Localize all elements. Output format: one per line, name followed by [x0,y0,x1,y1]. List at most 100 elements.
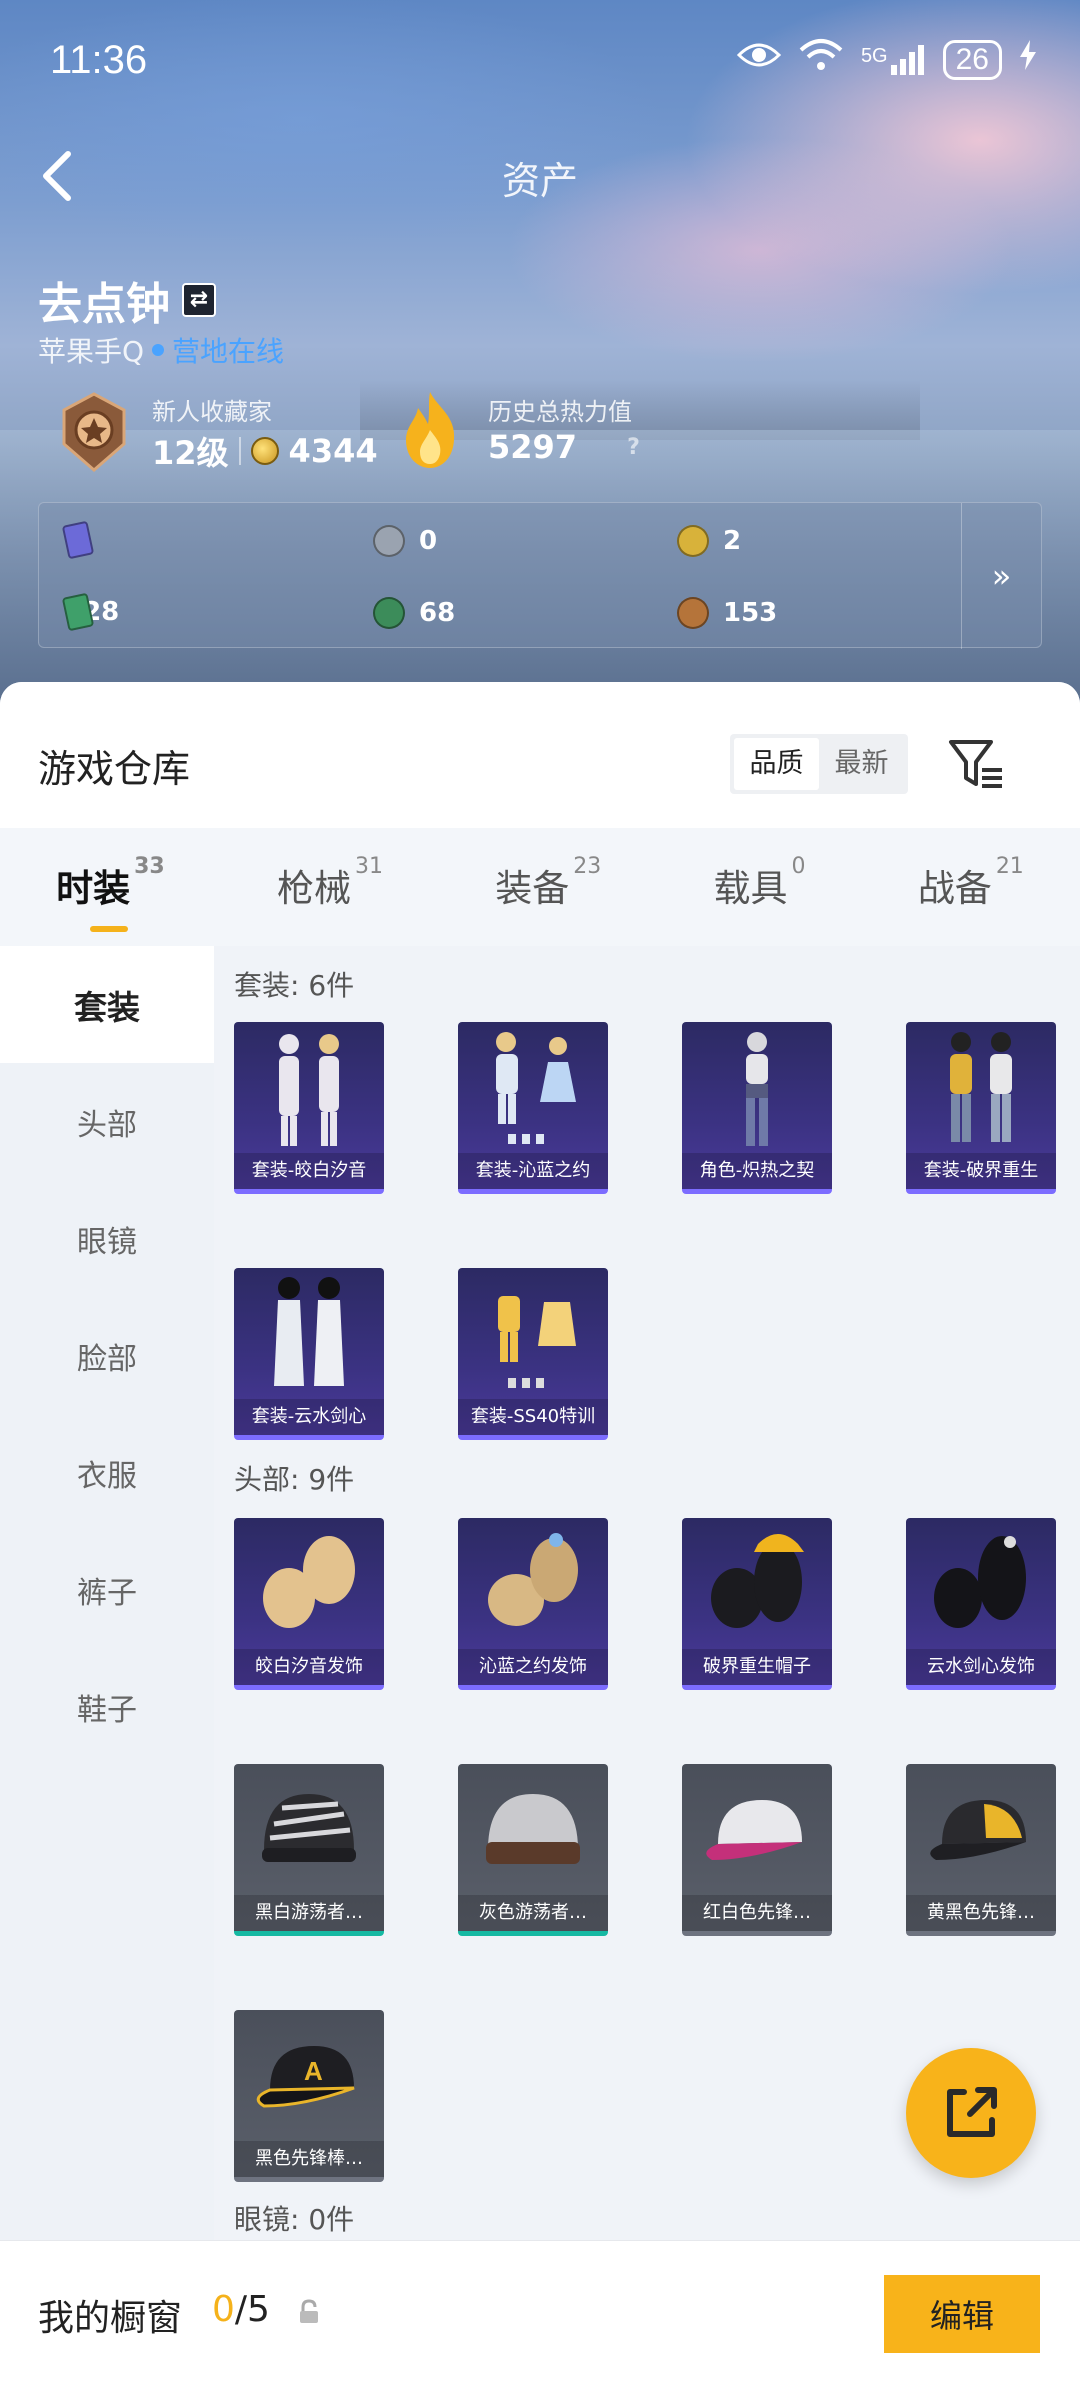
item-card[interactable]: 红白色先锋… [682,1764,832,1936]
warehouse-header: 游戏仓库 品质 最新 [0,682,1080,828]
currency-value: 2 [723,526,742,556]
item-card[interactable]: 黑白游荡者… [234,1764,384,1936]
sidebar-item-pants[interactable]: 裤子 [0,1531,214,1648]
showcase-total: /5 [234,2289,270,2330]
sidebar-item-suits[interactable]: 套装 [0,946,214,1063]
item-card[interactable]: 套装-云水剑心 [234,1268,384,1440]
currency-item: 2 [61,520,95,560]
heat-title: 历史总热力值 [488,398,632,426]
item-card[interactable]: 黄黑色先锋… [906,1764,1056,1936]
currency-value: 0 [419,526,438,556]
share-button[interactable] [906,2048,1036,2178]
item-card[interactable]: 角色-炽热之契 [682,1022,832,1194]
currency-panel: 2 0 2 228 68 153 » [38,502,1042,649]
outfit-figure-icon [274,1277,344,1386]
filter-icon [949,740,1002,788]
item-name: 灰色游荡者… [458,1895,608,1931]
currency-item: 0 [373,525,437,557]
hair-accessory-icon [488,1533,578,1626]
collector-coin-icon [250,437,279,465]
nav-bar: 资产 [0,130,1080,220]
collector-values: 12级 4344 [152,428,378,474]
tab-fashion[interactable]: 时装33 [56,828,165,946]
tab-count: 21 [995,854,1024,879]
item-name: 皎白汐音发饰 [234,1649,384,1685]
tab-count: 0 [791,854,806,879]
tab-label: 战备 [917,867,992,910]
tab-vehicles[interactable]: 载具0 [714,828,806,946]
warehouse-title: 游戏仓库 [38,747,191,791]
status-icons: 5G 26 [736,38,1036,81]
item-name: 套装-云水剑心 [234,1399,384,1435]
collector-title: 新人收藏家 [152,398,272,426]
sidebar-item-shoes[interactable]: 鞋子 [0,1648,214,1765]
baseball-cap-icon [706,1800,802,1860]
tab-count: 33 [134,854,165,879]
status-bar: 11:36 5G 26 [0,0,1080,120]
profile-username: 去点钟 ⇄ [38,268,216,332]
green-orb-icon [373,597,405,629]
tab-count: 23 [573,854,602,879]
collector-points: 4344 [288,432,378,470]
tab-battle-prep[interactable]: 战备21 [918,828,1024,946]
sidebar-item-glasses[interactable]: 眼镜 [0,1180,214,1297]
sort-newest-option[interactable]: 最新 [819,738,904,790]
item-name: 沁蓝之约发饰 [458,1649,608,1685]
hero-banner: 11:36 5G 26 资产 去点钟 ⇄ 苹果手Q 营地在线 新人收藏家 12级… [0,0,1080,720]
tab-label: 时装 [56,867,131,910]
sidebar-item-clothes[interactable]: 衣服 [0,1414,214,1531]
tab-weapons[interactable]: 枪械31 [277,828,383,946]
edit-button[interactable]: 编辑 [884,2275,1040,2353]
baseball-cap-icon: A [256,2046,355,2108]
item-card[interactable]: A 黑色先锋棒… [234,2010,384,2182]
showcase-count: 0/5 [212,2289,270,2330]
switch-account-icon[interactable]: ⇄ [182,283,216,317]
beanie-icon [262,1794,356,1862]
character-figure-icon [746,1032,768,1146]
gold-coin-icon [677,525,709,557]
currency-more-button[interactable]: » [961,503,1041,649]
tab-equipment[interactable]: 装备23 [495,828,601,946]
sidebar-item-face[interactable]: 脸部 [0,1297,214,1414]
currency-item: 228 [61,592,119,632]
item-card[interactable]: 皎白汐音发饰 [234,1518,384,1690]
battery-indicator: 26 [942,39,1002,80]
tab-count: 31 [355,854,384,879]
outfit-figure-icon [950,1032,1012,1142]
currency-item: 68 [373,597,455,629]
help-icon[interactable]: ? [627,435,640,460]
item-card[interactable]: 云水剑心发饰 [906,1518,1056,1690]
subcategory-sidebar: 套装 头部 眼镜 脸部 衣服 裤子 鞋子 [0,946,214,2246]
section-label-head: 头部: 9件 [234,1463,355,1496]
heat-values: 5297 ? [488,428,640,466]
item-card[interactable]: 套装-SS40特训 [458,1268,608,1440]
item-card[interactable]: 沁蓝之约发饰 [458,1518,608,1690]
item-card[interactable]: 套装-破界重生 [906,1022,1056,1194]
sidebar-item-head[interactable]: 头部 [0,1063,214,1180]
heat-value: 5297 [488,428,578,466]
item-card[interactable]: 破界重生帽子 [682,1518,832,1690]
item-card[interactable]: 灰色游荡者… [458,1764,608,1936]
category-tabs: 时装33 枪械31 装备23 载具0 战备21 [0,828,1080,946]
outfit-pieces-icon [498,1296,576,1388]
item-card[interactable]: 套装-沁蓝之约 [458,1022,608,1194]
cap-hair-icon [711,1534,804,1628]
sort-quality-option[interactable]: 品质 [734,738,819,790]
purple-card-icon [61,520,95,560]
item-name: 黑白游荡者… [234,1895,384,1931]
item-name: 角色-炽热之契 [682,1153,832,1189]
item-name: 套装-皎白汐音 [234,1153,384,1189]
item-name: 云水剑心发饰 [906,1649,1056,1685]
outfit-pieces-icon [496,1032,576,1144]
showcase-current: 0 [212,2289,235,2330]
item-name: 套装-沁蓝之约 [458,1153,608,1189]
item-card[interactable]: 套装-皎白汐音 [234,1022,384,1194]
currency-item: 153 [677,597,777,629]
section-label-glasses: 眼镜: 0件 [234,2203,355,2236]
outfit-figure-icon [279,1034,339,1146]
status-time: 11:36 [50,38,148,82]
page-title: 资产 [501,159,578,203]
filter-button[interactable] [948,738,1004,790]
section-label-suits: 套装: 6件 [234,969,355,1002]
flame-icon [406,392,455,468]
